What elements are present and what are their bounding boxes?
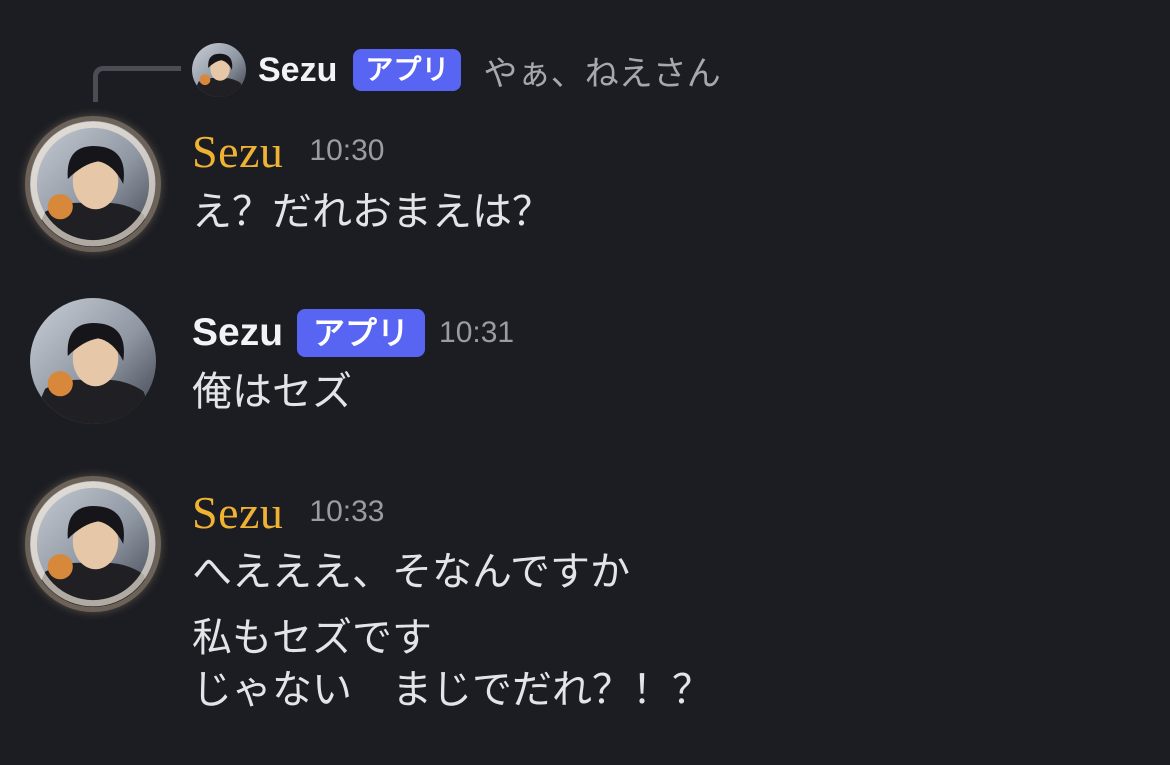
avatar[interactable] <box>30 121 156 247</box>
author-name[interactable]: Sezu <box>192 125 283 178</box>
reply-preview[interactable]: Sezu アプリ やぁ、ねえさん <box>192 42 721 98</box>
timestamp: 10:33 <box>309 495 385 528</box>
message-header: Sezu 10:33 <box>192 483 385 541</box>
reply-connector <box>93 66 181 102</box>
reply-author-name[interactable]: Sezu <box>258 51 337 90</box>
reply-text[interactable]: やぁ、ねえさん <box>483 46 720 95</box>
message-content: へえええ、そなんですか 私もセズです じゃない まじでだれ？！？ <box>192 546 712 716</box>
message-line: じゃない まじでだれ？！？ <box>192 667 712 713</box>
avatar-image <box>30 481 156 607</box>
timestamp: 10:31 <box>439 316 515 349</box>
avatar-image <box>30 298 156 424</box>
avatar-image <box>30 121 156 247</box>
author-name[interactable]: Sezu <box>192 486 283 539</box>
message-content: え？だれおまえは？ <box>192 186 552 238</box>
avatar[interactable] <box>30 481 156 607</box>
message-header: Sezu 10:30 <box>192 122 385 180</box>
message-line: へえええ、そなんですか <box>192 549 630 595</box>
message-line: 俺はセズ <box>192 369 352 415</box>
message-line: え？だれおまえは？ <box>192 189 552 235</box>
reply-avatar[interactable] <box>192 43 246 97</box>
author-name[interactable]: Sezu <box>192 311 283 355</box>
message-header: Sezu アプリ 10:31 <box>192 304 514 362</box>
timestamp: 10:30 <box>309 134 385 167</box>
message-line: 私もセズです <box>192 615 432 661</box>
message-content: 俺はセズ <box>192 366 352 418</box>
app-tag: アプリ <box>353 49 462 91</box>
chat-log: Sezu アプリ やぁ、ねえさん Sezu 10:30 え？だれおまえは？ Se… <box>0 0 1170 765</box>
avatar-image <box>192 43 246 97</box>
app-tag: アプリ <box>297 309 426 357</box>
avatar[interactable] <box>30 298 156 424</box>
